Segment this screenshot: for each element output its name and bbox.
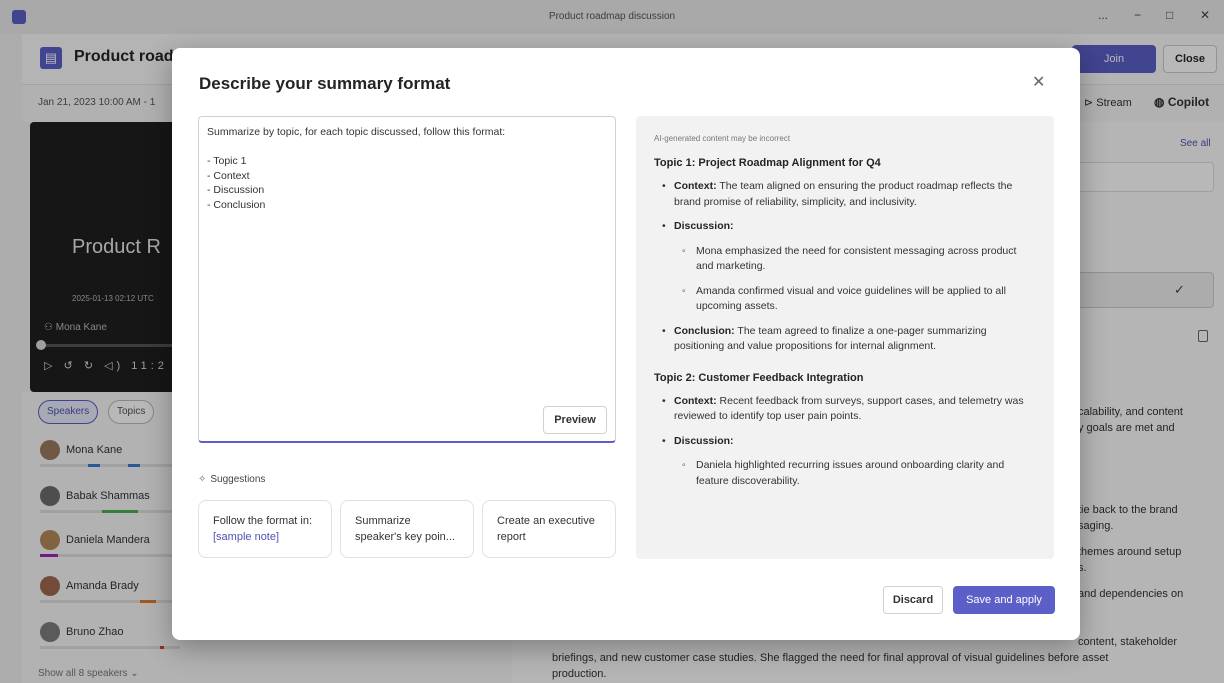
topic-heading: Topic 2: Customer Feedback Integration — [654, 371, 864, 384]
dialog-title: Describe your summary format — [199, 74, 451, 93]
conclusion-bullet: Conclusion: The team agreed to finalize … — [654, 324, 1036, 355]
suggestion-text: Follow the format in: — [213, 515, 313, 527]
bullet-label: Discussion: — [674, 434, 734, 447]
suggestions-label: Suggestions — [210, 474, 266, 485]
discussion-point: Amanda confirmed visual and voice guidel… — [654, 284, 1036, 315]
summary-format-input[interactable]: Summarize by topic, for each topic discu… — [207, 125, 607, 405]
close-icon[interactable]: ✕ — [1032, 72, 1045, 92]
suggestions-heading: ✧ Suggestions — [198, 474, 265, 485]
topic-heading: Topic 1: Project Roadmap Alignment for Q… — [654, 157, 881, 169]
discussion-point: Daniela highlighted recurring issues aro… — [654, 458, 1036, 489]
discussion-bullet: Discussion: — [654, 434, 1036, 450]
bullet-label: Context: — [674, 394, 717, 407]
suggestion-follow-format[interactable]: Follow the format in: [sample note] — [198, 500, 332, 558]
suggestion-text: Summarize speaker's key poin... — [355, 515, 455, 543]
summary-preview: AI-generated content may be incorrect To… — [636, 116, 1054, 559]
suggestion-executive-report[interactable]: Create an executive report — [482, 500, 616, 558]
preview-button[interactable]: Preview — [543, 406, 607, 434]
bullet-text: Recent feedback from surveys, support ca… — [674, 394, 1024, 423]
bullet-label: Discussion: — [674, 220, 734, 232]
discussion-point: Mona emphasized the need for consistent … — [654, 244, 1036, 275]
sample-note-link[interactable]: [sample note] — [213, 531, 279, 543]
summary-format-dialog: Describe your summary format ✕ Summarize… — [172, 48, 1080, 640]
bullet-label: Context: — [674, 180, 717, 192]
suggestion-text: Create an executive report — [497, 515, 595, 543]
bullet-text: The team aligned on ensuring the product… — [674, 180, 1013, 208]
save-and-apply-button[interactable]: Save and apply — [953, 586, 1055, 614]
sparkle-icon: ✧ — [198, 474, 207, 485]
discard-button[interactable]: Discard — [883, 586, 943, 614]
bullet-label: Conclusion: — [674, 324, 735, 337]
prompt-container: Summarize by topic, for each topic discu… — [198, 116, 616, 443]
discussion-bullet: Discussion: — [654, 219, 1036, 235]
context-bullet: Context: The team aligned on ensuring th… — [654, 179, 1036, 210]
ai-disclaimer: AI-generated content may be incorrect — [654, 134, 791, 143]
suggestion-speaker-points[interactable]: Summarize speaker's key poin... — [340, 500, 474, 558]
context-bullet: Context: Recent feedback from surveys, s… — [654, 394, 1036, 425]
